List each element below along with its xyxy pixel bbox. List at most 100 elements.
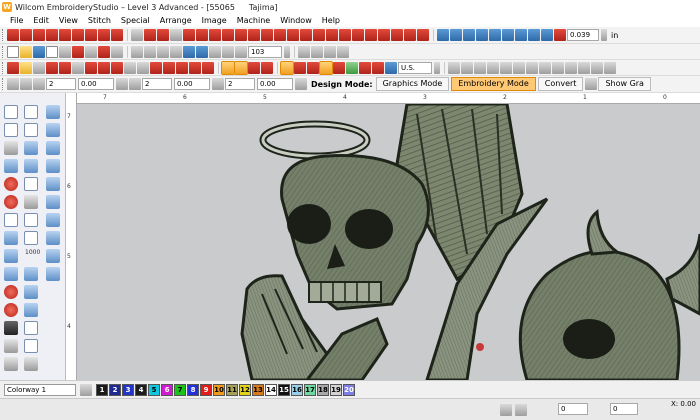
input-b-icon[interactable] [4, 231, 18, 245]
units-select[interactable]: U.S. [398, 61, 432, 74]
kerning-icon[interactable] [515, 29, 527, 41]
branching-icon[interactable] [24, 141, 38, 155]
zoom-box-icon[interactable] [235, 45, 247, 58]
spin-icon[interactable] [601, 29, 607, 41]
color-swatch[interactable]: 14 [265, 383, 277, 396]
show-sequins-icon[interactable] [111, 61, 123, 74]
color-swatch[interactable]: 7 [174, 383, 186, 396]
toolbar3-icon-g[interactable] [526, 61, 538, 74]
toolbox-icon-15[interactable] [4, 357, 18, 371]
color-swatch[interactable]: 3 [122, 383, 134, 396]
realistic-icon[interactable] [248, 61, 260, 74]
sequin-icon[interactable] [235, 29, 247, 41]
apply-icon[interactable] [295, 78, 307, 90]
angle-value[interactable]: 0.00 [257, 78, 293, 90]
toolbox-icon-40[interactable] [46, 267, 60, 281]
new-icon[interactable] [7, 45, 19, 58]
trapunto-icon[interactable] [352, 29, 364, 41]
toolbar3-icon-l[interactable] [591, 61, 603, 74]
radial-icon[interactable] [196, 29, 208, 41]
tatami-icon[interactable] [7, 29, 19, 41]
distribute-icon[interactable] [24, 303, 38, 317]
link-icon[interactable] [20, 78, 32, 90]
toolbox-icon-32[interactable] [46, 123, 60, 137]
color-swatch[interactable]: 4 [135, 383, 147, 396]
embroidery-mode-button[interactable]: Embroidery Mode [451, 77, 536, 91]
curved-fill-icon[interactable] [287, 29, 299, 41]
status-icon-b[interactable] [515, 404, 527, 416]
redo-icon[interactable] [196, 45, 208, 58]
palette-settings-icon[interactable] [80, 383, 92, 396]
color-swatch[interactable]: 9 [200, 383, 212, 396]
toolbox-icon-31[interactable] [46, 105, 60, 119]
library-icon[interactable] [111, 45, 123, 58]
color-swatch[interactable]: 16 [291, 383, 303, 396]
e-stitch-icon[interactable] [404, 29, 416, 41]
line-icon[interactable] [4, 267, 18, 281]
knife-icon[interactable] [4, 141, 18, 155]
toolbar3-icon-d[interactable] [487, 61, 499, 74]
thread-icon[interactable] [385, 61, 397, 74]
node-edit-icon[interactable] [24, 105, 38, 119]
colorway-select[interactable]: Colorway 1 [4, 383, 76, 396]
show-hoop-icon[interactable] [137, 61, 149, 74]
motif-run-icon[interactable] [59, 29, 71, 41]
align-icon[interactable] [24, 285, 38, 299]
height-value[interactable]: 0.00 [174, 78, 210, 90]
units-dropdown-icon[interactable] [434, 61, 440, 74]
menu-file[interactable]: File [10, 16, 23, 25]
backstitch-icon[interactable] [72, 29, 84, 41]
undo-icon[interactable] [183, 45, 195, 58]
measure-icon[interactable] [324, 45, 336, 58]
team-names-icon[interactable] [463, 29, 475, 41]
toolbar3-icon-j[interactable] [565, 61, 577, 74]
baseline-icon[interactable] [489, 29, 501, 41]
toolbox-icon-39[interactable] [46, 249, 60, 263]
export-icon[interactable] [85, 45, 97, 58]
satin-column-icon[interactable] [24, 177, 38, 191]
color-swatch[interactable]: 15 [278, 383, 290, 396]
pattern-fill-icon[interactable] [144, 29, 156, 41]
show-vectors-icon[interactable] [163, 61, 175, 74]
objects-icon[interactable] [294, 61, 306, 74]
menu-machine[interactable]: Machine [237, 16, 271, 25]
tru-view-icon[interactable] [59, 61, 71, 74]
stitch-view-icon[interactable] [234, 60, 248, 75]
monogram-icon[interactable] [4, 339, 18, 353]
save-icon[interactable] [33, 45, 45, 58]
fill-icon[interactable] [131, 29, 143, 41]
print-icon[interactable] [46, 45, 58, 58]
grid-tool-icon[interactable] [24, 339, 38, 353]
angle-field[interactable]: 2 [225, 78, 255, 90]
show-bitmap-icon[interactable] [150, 61, 162, 74]
circle-fill-icon[interactable] [4, 285, 18, 299]
design-icon[interactable] [98, 45, 110, 58]
show-3d-icon[interactable] [124, 61, 136, 74]
width-icon[interactable] [33, 78, 45, 90]
graphics-mode-button[interactable]: Graphics Mode [375, 77, 450, 91]
toolbox-icon-33[interactable] [46, 141, 60, 155]
open-icon[interactable] [20, 45, 32, 58]
stemstitch-icon[interactable] [98, 29, 110, 41]
show-graphics-button[interactable]: Show Gra [598, 77, 651, 91]
fancy-fill-icon[interactable] [417, 29, 429, 41]
toolbox-icon-36[interactable] [46, 195, 60, 209]
menu-arrange[interactable]: Arrange [160, 16, 192, 25]
hoops-icon[interactable] [372, 61, 384, 74]
ruler-icon[interactable] [24, 267, 38, 281]
delete-icon[interactable] [170, 45, 182, 58]
show-functions-icon[interactable] [46, 61, 58, 74]
show-fabric-icon[interactable] [176, 61, 188, 74]
stroke-icon[interactable] [4, 195, 18, 209]
lettering-a-icon[interactable] [4, 321, 18, 335]
toolbox-icon-38[interactable] [46, 231, 60, 245]
height-field[interactable]: 2 [142, 78, 172, 90]
zigzag-icon[interactable] [391, 29, 403, 41]
color-swatch[interactable]: 20 [343, 383, 355, 396]
stitch-angle-icon[interactable] [528, 29, 540, 41]
fill-view-icon[interactable] [221, 60, 235, 75]
carving-icon[interactable] [274, 29, 286, 41]
stitch-length-icon[interactable] [541, 29, 553, 41]
globe-icon[interactable] [585, 78, 598, 90]
color-swatch[interactable]: 13 [252, 383, 264, 396]
